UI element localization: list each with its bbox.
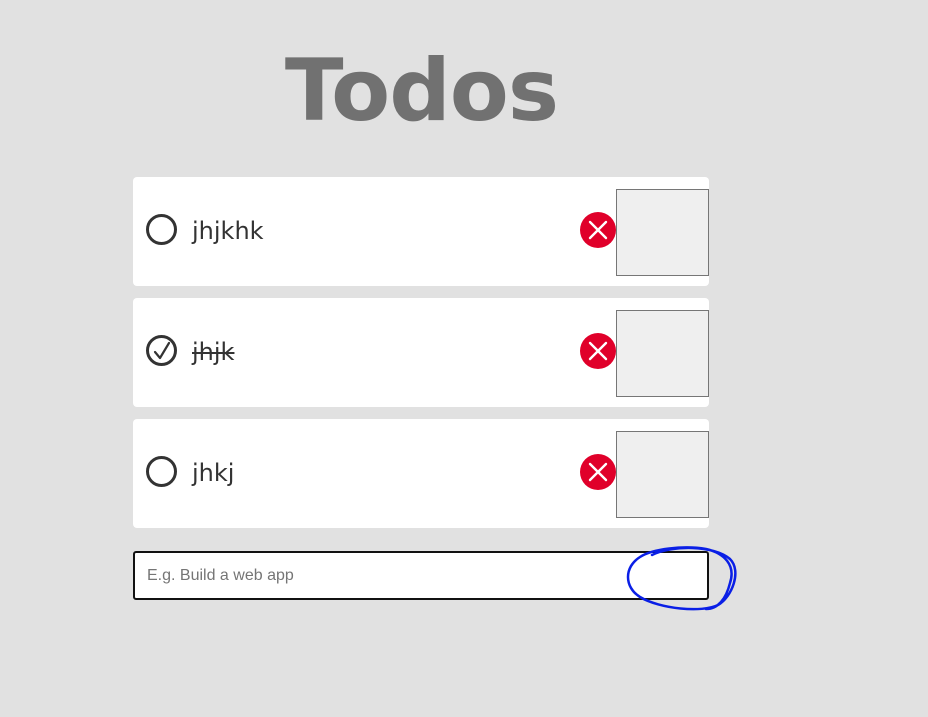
page-title: Todos [284, 41, 559, 141]
checkmark-icon [153, 341, 170, 359]
close-icon [588, 341, 608, 361]
delete-todo-button[interactable] [580, 212, 616, 248]
todo-action-button[interactable] [616, 431, 709, 518]
delete-todo-button[interactable] [580, 454, 616, 490]
close-icon [588, 462, 608, 482]
todo-text: jhkj [192, 459, 235, 487]
todo-text: jhjk [192, 338, 235, 366]
todo-action-button[interactable] [616, 310, 709, 397]
todo-complete-toggle[interactable] [146, 335, 177, 366]
todo-item: jhkj [133, 419, 709, 528]
todo-item: jhjkhk [133, 177, 709, 286]
delete-todo-button[interactable] [580, 333, 616, 369]
todo-complete-toggle[interactable] [146, 456, 177, 487]
close-icon [588, 220, 608, 240]
todo-action-button[interactable] [616, 189, 709, 276]
todo-list: jhjkhk jhjk jhkj [133, 177, 709, 540]
add-todo-button[interactable] [627, 555, 705, 596]
todo-item: jhjk [133, 298, 709, 407]
new-todo-input[interactable] [147, 562, 617, 590]
new-todo-form [133, 551, 709, 600]
todo-text: jhjkhk [192, 217, 264, 245]
todo-complete-toggle[interactable] [146, 214, 177, 245]
